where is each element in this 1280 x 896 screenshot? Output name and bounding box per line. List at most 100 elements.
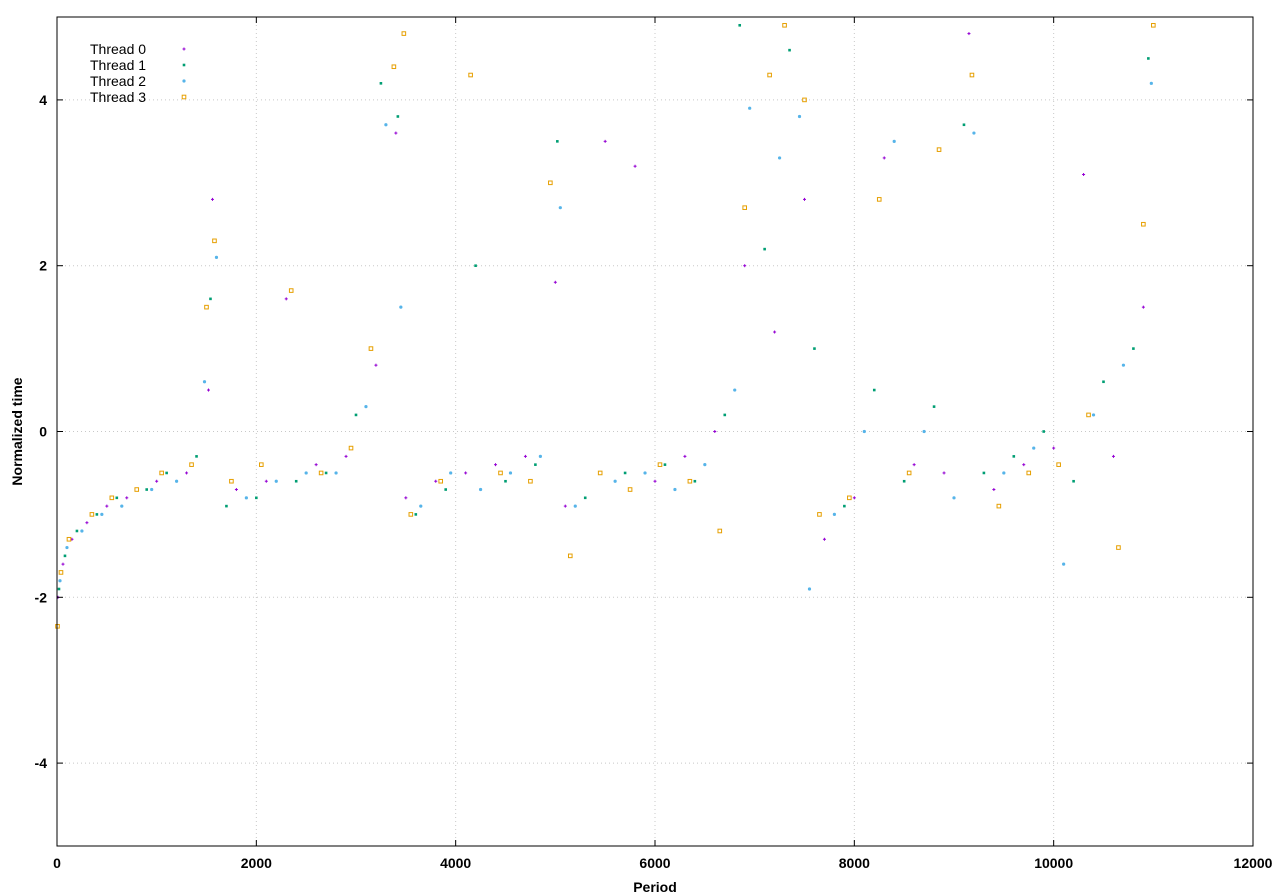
data-point	[1032, 446, 1036, 450]
data-point	[743, 264, 747, 268]
data-point	[996, 503, 1002, 509]
data-point	[902, 479, 906, 483]
data-point	[255, 496, 258, 500]
data-point	[703, 463, 707, 467]
data-point	[57, 587, 61, 591]
data-point	[1111, 454, 1115, 458]
data-point	[344, 454, 348, 458]
data-point	[438, 478, 444, 484]
data-point	[75, 529, 79, 533]
data-point	[155, 479, 159, 483]
data-point	[936, 147, 942, 152]
data-point	[1149, 81, 1153, 85]
legend-marker	[182, 79, 186, 83]
data-point	[832, 512, 837, 517]
data-point	[558, 206, 562, 210]
data-point	[58, 570, 64, 575]
y-tick-label: -4	[35, 755, 48, 771]
legend-marker	[182, 63, 186, 67]
data-point	[813, 347, 816, 350]
data-point	[401, 31, 407, 36]
data-point	[969, 72, 975, 78]
data-point	[374, 363, 378, 367]
data-point	[1022, 463, 1026, 467]
data-point	[202, 380, 207, 384]
data-point	[368, 346, 374, 351]
data-point	[567, 553, 573, 559]
data-point	[324, 471, 328, 475]
data-point	[391, 64, 397, 70]
data-point	[1042, 430, 1045, 433]
data-point	[354, 413, 358, 417]
data-point	[932, 405, 936, 408]
data-point	[419, 504, 423, 508]
data-point	[498, 470, 503, 476]
data-point	[693, 479, 697, 483]
data-point	[1141, 305, 1145, 309]
data-point	[65, 545, 69, 550]
data-point	[204, 304, 209, 310]
data-point	[803, 197, 806, 201]
data-point	[229, 478, 234, 484]
x-tick-label: 12000	[1234, 855, 1273, 871]
data-point	[85, 521, 89, 525]
data-point	[1082, 173, 1086, 177]
data-point	[206, 388, 210, 392]
data-point	[210, 197, 214, 201]
grid	[57, 17, 1253, 846]
data-point	[548, 180, 553, 186]
data-point	[723, 413, 727, 417]
data-point	[748, 106, 752, 110]
data-point	[972, 131, 976, 135]
data-point	[553, 280, 557, 284]
legend-label: Thread 3	[90, 89, 146, 105]
data-point	[717, 528, 723, 534]
data-point	[494, 463, 498, 467]
data-point	[89, 512, 95, 517]
data-point	[673, 487, 677, 492]
series-1	[57, 23, 1150, 591]
data-point	[364, 405, 368, 409]
data-point	[663, 463, 667, 466]
scatter-chart: 0 2000 4000 6000 8000 10000 12000 -4 -2 0 2 4 Perio…	[9, 16, 1273, 895]
data-point	[63, 554, 67, 558]
data-point	[643, 471, 647, 475]
data-point	[225, 504, 228, 508]
legend-marker	[181, 94, 187, 100]
data-point	[1062, 562, 1066, 566]
data-point	[767, 72, 772, 78]
data-point	[404, 496, 408, 500]
data-point	[633, 164, 637, 168]
y-tick-label: -2	[35, 589, 48, 605]
data-point	[862, 429, 866, 434]
data-point	[449, 471, 453, 475]
y-tick-label: 2	[39, 258, 47, 274]
x-tick-label: 6000	[639, 855, 670, 871]
x-tick-label: 8000	[839, 855, 870, 871]
series-3	[55, 22, 1156, 629]
data-point	[58, 579, 62, 583]
data-point	[399, 305, 403, 309]
data-point	[653, 479, 657, 483]
data-point	[534, 463, 537, 466]
data-point	[159, 470, 164, 476]
data-point	[244, 496, 248, 500]
data-point	[1086, 412, 1091, 418]
data-point	[657, 462, 663, 467]
data-point	[1002, 471, 1006, 475]
data-point	[145, 488, 148, 491]
data-point	[464, 471, 468, 475]
data-point	[788, 48, 791, 52]
data-point	[882, 156, 886, 160]
data-point	[623, 471, 627, 475]
data-point	[922, 429, 926, 434]
data-point	[1026, 470, 1032, 476]
data-point	[773, 330, 777, 334]
data-point	[563, 504, 567, 508]
data-point	[892, 139, 896, 143]
data-point	[195, 455, 198, 458]
data-point	[134, 487, 140, 492]
data-point	[288, 288, 294, 293]
data-point	[189, 462, 194, 467]
data-point	[1052, 446, 1056, 450]
